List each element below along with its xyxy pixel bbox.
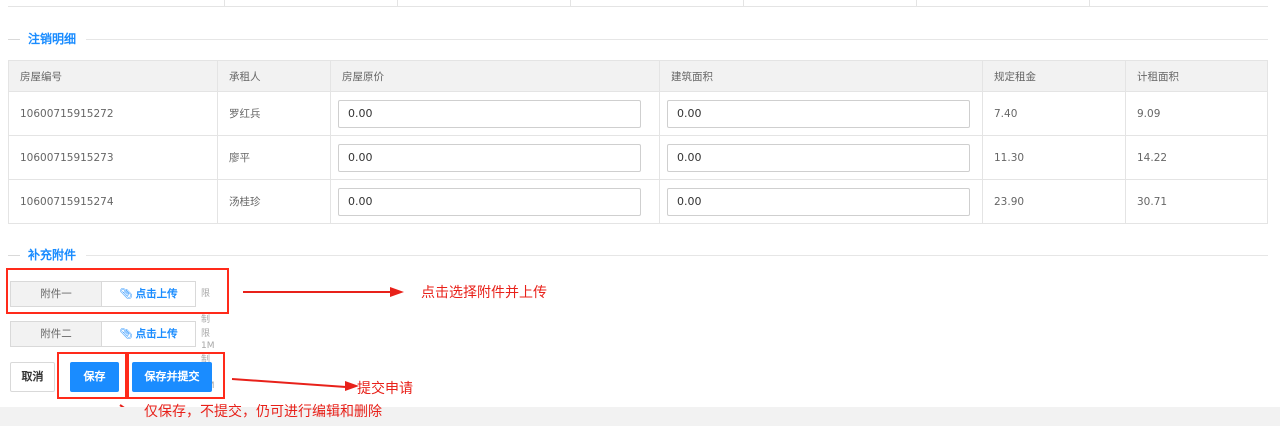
cell-house-no: 10600715915273 <box>8 135 218 180</box>
header-floor-area: 建筑面积 <box>659 60 983 92</box>
annotation-highlight-save <box>57 352 127 399</box>
cell-original-price <box>330 135 660 180</box>
attachment-name: 附件二 <box>10 321 102 347</box>
annotation-arrow-head <box>390 287 404 297</box>
cell-original-price <box>330 179 660 224</box>
annotation-highlight-submit <box>127 352 225 399</box>
column-divider <box>224 0 225 6</box>
upload-label: 点击上传 <box>135 328 178 340</box>
annotation-arrow-line <box>243 291 393 293</box>
cell-rent-area: 30.71 <box>1125 179 1268 224</box>
section-rule <box>86 39 1268 40</box>
floor-area-input[interactable] <box>667 187 970 216</box>
attachments-section-header: 补充附件 <box>8 248 1268 262</box>
cell-floor-area <box>659 91 983 136</box>
header-tenant: 承租人 <box>217 60 331 92</box>
cancel-button[interactable]: 取消 <box>10 362 55 392</box>
section-rule <box>86 255 1268 256</box>
column-divider <box>570 0 571 6</box>
section-title-attachments: 补充附件 <box>28 248 77 262</box>
table-row: 10600715915274 汤桂珍 23.90 30.71 <box>8 179 1268 224</box>
original-price-input[interactable] <box>338 187 641 216</box>
floor-area-input[interactable] <box>667 99 970 128</box>
cell-rent: 7.40 <box>982 91 1126 136</box>
cell-rent: 11.30 <box>982 135 1126 180</box>
cell-house-no: 10600715915274 <box>8 179 218 224</box>
section-title-cancel-detail: 注销明细 <box>28 32 77 46</box>
column-divider <box>1089 0 1090 6</box>
original-price-input[interactable] <box>338 99 641 128</box>
upload-button-2[interactable]: 📎︎ 点击上传 <box>101 321 196 347</box>
annotation-save-note: 仅保存，不提交，仍可进行编辑和删除 <box>144 404 382 420</box>
header-house-no: 房屋编号 <box>8 60 218 92</box>
section-dash <box>8 39 20 40</box>
cell-floor-area <box>659 179 983 224</box>
cancel-detail-section-header: 注销明细 <box>8 32 1268 46</box>
cell-rent-area: 14.22 <box>1125 135 1268 180</box>
header-rent-area: 计租面积 <box>1125 60 1268 92</box>
annotation-submit-note: 提交申请 <box>357 381 413 397</box>
cell-tenant: 罗红兵 <box>217 91 331 136</box>
annotation-arrow-line <box>231 378 348 389</box>
header-original-price: 房屋原价 <box>330 60 660 92</box>
cell-floor-area <box>659 135 983 180</box>
cell-rent: 23.90 <box>982 179 1126 224</box>
cell-house-no: 10600715915272 <box>8 91 218 136</box>
cell-original-price <box>330 91 660 136</box>
table-header-row: 房屋编号 承租人 房屋原价 建筑面积 规定租金 计租面积 <box>8 60 1268 92</box>
header-rent: 规定租金 <box>982 60 1126 92</box>
cell-tenant: 廖平 <box>217 135 331 180</box>
column-divider <box>743 0 744 6</box>
cancel-detail-table: 房屋编号 承租人 房屋原价 建筑面积 规定租金 计租面积 10600715915… <box>8 60 1268 224</box>
annotation-highlight-upload <box>6 268 229 314</box>
floor-area-input[interactable] <box>667 143 970 172</box>
cell-tenant: 汤桂珍 <box>217 179 331 224</box>
cell-rent-area: 9.09 <box>1125 91 1268 136</box>
paperclip-icon: 📎︎ <box>119 328 133 340</box>
table-row: 10600715915272 罗红兵 7.40 9.09 <box>8 91 1268 136</box>
original-price-input[interactable] <box>338 143 641 172</box>
column-divider <box>916 0 917 6</box>
previous-table-bottom-edge <box>8 0 1268 7</box>
column-divider <box>397 0 398 6</box>
section-dash <box>8 255 20 256</box>
table-row: 10600715915273 廖平 11.30 14.22 <box>8 135 1268 180</box>
annotation-upload-note: 点击选择附件并上传 <box>421 285 547 301</box>
